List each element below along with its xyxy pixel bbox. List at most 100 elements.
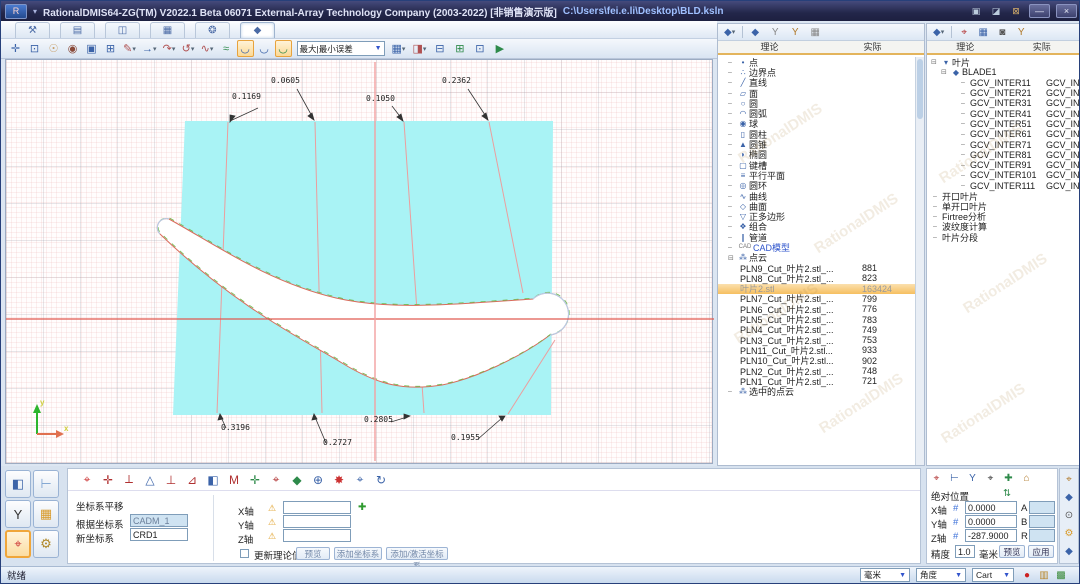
3d-viewport[interactable]: 0.1169 0.0605 0.1050 0.2362 0.3196 0.272… — [5, 59, 713, 464]
probe-mode-icon[interactable]: ⌖ — [983, 471, 998, 486]
abs-apply-button[interactable]: 应用 — [1028, 545, 1054, 558]
coord-tool-icon[interactable]: △ — [141, 471, 159, 489]
col-actual[interactable]: 实际 — [1004, 41, 1080, 53]
toolbar-icon[interactable]: ✎▾ — [121, 40, 138, 57]
status-icon[interactable]: ● — [1020, 570, 1034, 581]
unit-select[interactable]: 毫米▼ — [860, 568, 910, 582]
x-offset-input[interactable] — [283, 501, 351, 514]
mode-button[interactable]: ⌖ — [5, 530, 31, 558]
toolbar-icon[interactable]: ◡ — [275, 40, 292, 57]
blade1-item[interactable]: ⊟ ◆ BLADE1 — [927, 67, 1080, 77]
ribbon-tab[interactable]: ▦ — [150, 22, 185, 38]
panel-filter-icon[interactable]: ⌖ — [957, 25, 971, 39]
mode-button[interactable]: Y — [5, 500, 31, 528]
a-value[interactable] — [1029, 501, 1055, 514]
side-tool-icon[interactable]: ⌖ — [1062, 472, 1077, 487]
element-tree-item[interactable]: –∥管道 — [718, 232, 924, 242]
gcv-item[interactable]: –GCV_INTER101GCV_INTER101 — [927, 170, 1080, 180]
coord-tool-icon[interactable]: ⌖ — [351, 471, 369, 489]
hash-icon[interactable]: # — [953, 531, 958, 542]
abs-y-value[interactable] — [965, 515, 1017, 528]
ribbon-tab[interactable]: ◫ — [105, 22, 140, 38]
probe-mode-icon[interactable]: ⌖ — [929, 471, 944, 486]
coord-tool-icon[interactable]: ⊥ — [162, 471, 180, 489]
swap-axes-icon[interactable]: ⇅ — [1003, 488, 1011, 499]
app-menu-caret-icon[interactable]: ▾ — [33, 7, 37, 16]
toolbar-icon[interactable]: ☉ — [45, 40, 62, 57]
hash-icon[interactable]: # — [953, 517, 958, 528]
toolbar-icon[interactable]: ▦▾ — [390, 40, 408, 57]
y-offset-input[interactable] — [283, 515, 351, 528]
panel-filter-icon[interactable]: ▦ — [808, 25, 822, 39]
error-mode-select[interactable]: 最大|最小误差▼ — [297, 41, 385, 56]
gcv-item[interactable]: –GCV_INTER51GCV_INTER51 — [927, 119, 1080, 129]
coord-tool-icon[interactable]: ✛ — [99, 471, 117, 489]
toolbar-icon[interactable]: ◡ — [237, 40, 254, 57]
mode-button[interactable]: ⚙ — [33, 530, 59, 558]
gcv-item[interactable]: –GCV_INTER11GCV_INTER11 — [927, 78, 1080, 88]
gcv-item[interactable]: –GCV_INTER81GCV_INTER81 — [927, 150, 1080, 160]
toolbar-icon[interactable]: ↷▾ — [161, 40, 178, 57]
selected-cloud-item[interactable]: – ⁂ 选中的点云 — [718, 387, 924, 397]
side-tool-icon[interactable]: ⚙ — [1062, 526, 1077, 541]
coord-tool-icon[interactable]: ◆ — [288, 471, 306, 489]
panel-filter-icon[interactable]: ◙ — [995, 25, 1009, 39]
toolbar-icon[interactable]: ◡ — [256, 40, 273, 57]
abs-x-value[interactable] — [965, 501, 1017, 514]
gcv-item[interactable]: –GCV_INTER71GCV_INTER71 — [927, 139, 1080, 149]
preview-button[interactable]: 预览 — [296, 547, 330, 560]
add-icon[interactable]: ✚ — [358, 502, 366, 513]
gcv-item[interactable]: –GCV_INTER21GCV_INTER21 — [927, 88, 1080, 98]
col-theory[interactable]: 理论 — [927, 41, 1004, 53]
toolbar-icon[interactable]: ◉ — [64, 40, 81, 57]
mode-button[interactable]: ▦ — [33, 500, 59, 528]
app-icon[interactable]: R — [5, 4, 27, 19]
toolbar-icon[interactable]: ≈ — [218, 40, 235, 57]
close-button[interactable]: × — [1056, 4, 1077, 18]
panel-filter-icon[interactable]: ▦ — [976, 25, 990, 39]
gcv-item[interactable]: –GCV_INTER61GCV_INTER61 — [927, 129, 1080, 139]
coord-tool-icon[interactable]: ◧ — [204, 471, 222, 489]
probe-mode-icon[interactable]: ⊢ — [947, 471, 962, 486]
gcv-item[interactable]: –GCV_INTER31GCV_INTER31 — [927, 98, 1080, 108]
display-icon[interactable]: ◪ — [989, 5, 1003, 17]
blade-tool-item[interactable]: –叶片分段 — [927, 232, 1080, 242]
toolbar-icon[interactable]: ∿▾ — [199, 40, 216, 57]
mode-button[interactable]: ◧ — [5, 470, 31, 498]
blade-root-item[interactable]: ⊟ ▾ 叶片 — [927, 57, 1080, 67]
panel-filter-icon[interactable]: Y — [1014, 25, 1028, 39]
add-activate-cs-button[interactable]: 添加/激活坐标系 — [386, 547, 448, 560]
gcv-item[interactable]: –GCV_INTER41GCV_INTER41 — [927, 108, 1080, 118]
coord-tool-icon[interactable]: ⟂ — [120, 471, 138, 489]
coord-tool-icon[interactable]: ↻ — [372, 471, 390, 489]
r-value[interactable] — [1029, 529, 1055, 542]
toolbar-icon[interactable]: ▶ — [491, 40, 508, 57]
update-theory-checkbox[interactable] — [240, 549, 249, 558]
coord-tool-icon[interactable]: M — [225, 471, 243, 489]
panel-filter-icon[interactable]: ◆ — [748, 25, 762, 39]
add-cs-button[interactable]: 添加坐标系 — [334, 547, 382, 560]
coord-tool-icon[interactable]: ✸ — [330, 471, 348, 489]
z-offset-input[interactable] — [283, 529, 351, 542]
toolbar-icon[interactable]: ⊞ — [451, 40, 468, 57]
ribbon-tab[interactable]: ⚒ — [15, 22, 50, 38]
toolbar-icon[interactable]: ⊡ — [471, 40, 488, 57]
coord-tool-icon[interactable]: ⊿ — [183, 471, 201, 489]
blade-cube-icon[interactable]: ◆▾ — [931, 25, 946, 39]
abs-z-value[interactable] — [965, 529, 1017, 542]
minimize-button[interactable]: — — [1029, 4, 1050, 18]
toolbar-icon[interactable]: ⊟ — [431, 40, 448, 57]
side-tool-icon[interactable]: ◆ — [1062, 544, 1077, 559]
angle-select[interactable]: 角度▼ — [916, 568, 966, 582]
coord-tool-icon[interactable]: ✛ — [246, 471, 264, 489]
toolbar-icon[interactable]: ◨▾ — [410, 40, 428, 57]
coord-tool-icon[interactable]: ⌖ — [78, 471, 96, 489]
base-cs-field[interactable] — [130, 514, 188, 527]
ribbon-tab[interactable]: ▤ — [60, 22, 95, 38]
probe-mode-icon[interactable]: ✚ — [1001, 471, 1016, 486]
toolbar-icon[interactable]: ✛ — [7, 40, 24, 57]
toolbar-icon[interactable]: ⊡ — [26, 40, 43, 57]
coord-tool-icon[interactable]: ⌖ — [267, 471, 285, 489]
b-value[interactable] — [1029, 515, 1055, 528]
col-theory[interactable]: 理论 — [718, 41, 821, 53]
